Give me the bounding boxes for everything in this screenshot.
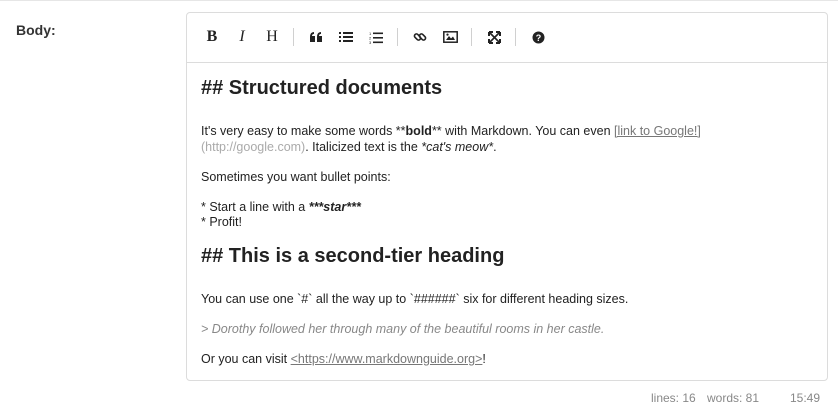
top-divider bbox=[0, 0, 838, 1]
bold-italic-text: ***star*** bbox=[308, 200, 361, 214]
image-icon bbox=[442, 31, 458, 43]
quote-button[interactable] bbox=[304, 25, 328, 49]
body-field-label: Body: bbox=[16, 22, 56, 38]
text-span: Or you can visit bbox=[201, 352, 291, 366]
status-words-count: words: 81 bbox=[707, 391, 760, 405]
paragraph-line: It's very easy to make some words **bold… bbox=[201, 124, 701, 139]
text-span: * Start a line with a bbox=[201, 200, 309, 214]
text-span: . Italicized text is the bbox=[305, 140, 422, 154]
list-item: * Profit! bbox=[201, 215, 242, 229]
italic-text: *cat's meow* bbox=[421, 140, 494, 154]
markdown-link-text: [link to Google!] bbox=[614, 124, 701, 138]
markdown-autolink: <https://www.markdownguide.org> bbox=[290, 352, 483, 366]
status-lines-count: lines: 16 bbox=[651, 391, 696, 405]
svg-text:?: ? bbox=[535, 33, 541, 43]
heading-button[interactable]: H bbox=[260, 25, 284, 49]
text-span: . bbox=[493, 140, 497, 154]
bold-text: bold bbox=[405, 124, 432, 138]
heading-second-tier: ## This is a second-tier heading bbox=[201, 245, 505, 267]
fullscreen-button[interactable] bbox=[482, 25, 506, 49]
text-span: ! bbox=[482, 352, 486, 366]
paragraph-line: (http://google.com). Italicized text is … bbox=[201, 140, 497, 155]
toolbar-separator bbox=[293, 28, 294, 46]
help-button[interactable]: ? bbox=[526, 25, 550, 49]
link-icon bbox=[413, 33, 427, 41]
svg-text:3: 3 bbox=[369, 40, 372, 44]
fullscreen-icon bbox=[487, 30, 501, 44]
text-span: ** with Markdown. You can even bbox=[431, 124, 614, 138]
bullet-list-icon bbox=[339, 32, 353, 42]
toolbar-separator bbox=[515, 28, 516, 46]
toolbar-separator bbox=[471, 28, 472, 46]
text-span: It's very easy to make some words ** bbox=[201, 124, 406, 138]
paragraph-line: Sometimes you want bullet points: bbox=[201, 170, 391, 184]
markdown-editor: B I H 1 2 3 ? ## Structured documents It… bbox=[186, 12, 828, 381]
paragraph-line: You can use one `#` all the way up to `#… bbox=[201, 292, 629, 306]
unordered-list-button[interactable] bbox=[334, 25, 358, 49]
numbered-list-icon: 1 2 3 bbox=[369, 31, 383, 44]
list-item: * Start a line with a ***star*** bbox=[201, 200, 361, 215]
toolbar-separator bbox=[397, 28, 398, 46]
image-button[interactable] bbox=[438, 25, 462, 49]
markdown-link-url: (http://google.com) bbox=[201, 140, 306, 154]
ordered-list-button[interactable]: 1 2 3 bbox=[364, 25, 388, 49]
help-icon: ? bbox=[532, 31, 544, 43]
blockquote-line: > Dorothy followed her through many of t… bbox=[201, 322, 605, 336]
paragraph-line: Or you can visit <https://www.markdowngu… bbox=[201, 352, 486, 367]
heading-structured-documents: ## Structured documents bbox=[201, 77, 443, 99]
italic-button[interactable]: I bbox=[230, 25, 254, 49]
quote-icon bbox=[310, 32, 322, 42]
bold-button[interactable]: B bbox=[200, 25, 224, 49]
link-button[interactable] bbox=[408, 25, 432, 49]
editor-toolbar: B I H 1 2 3 ? bbox=[187, 13, 827, 63]
status-cursor-position: 15:49 bbox=[790, 391, 821, 405]
